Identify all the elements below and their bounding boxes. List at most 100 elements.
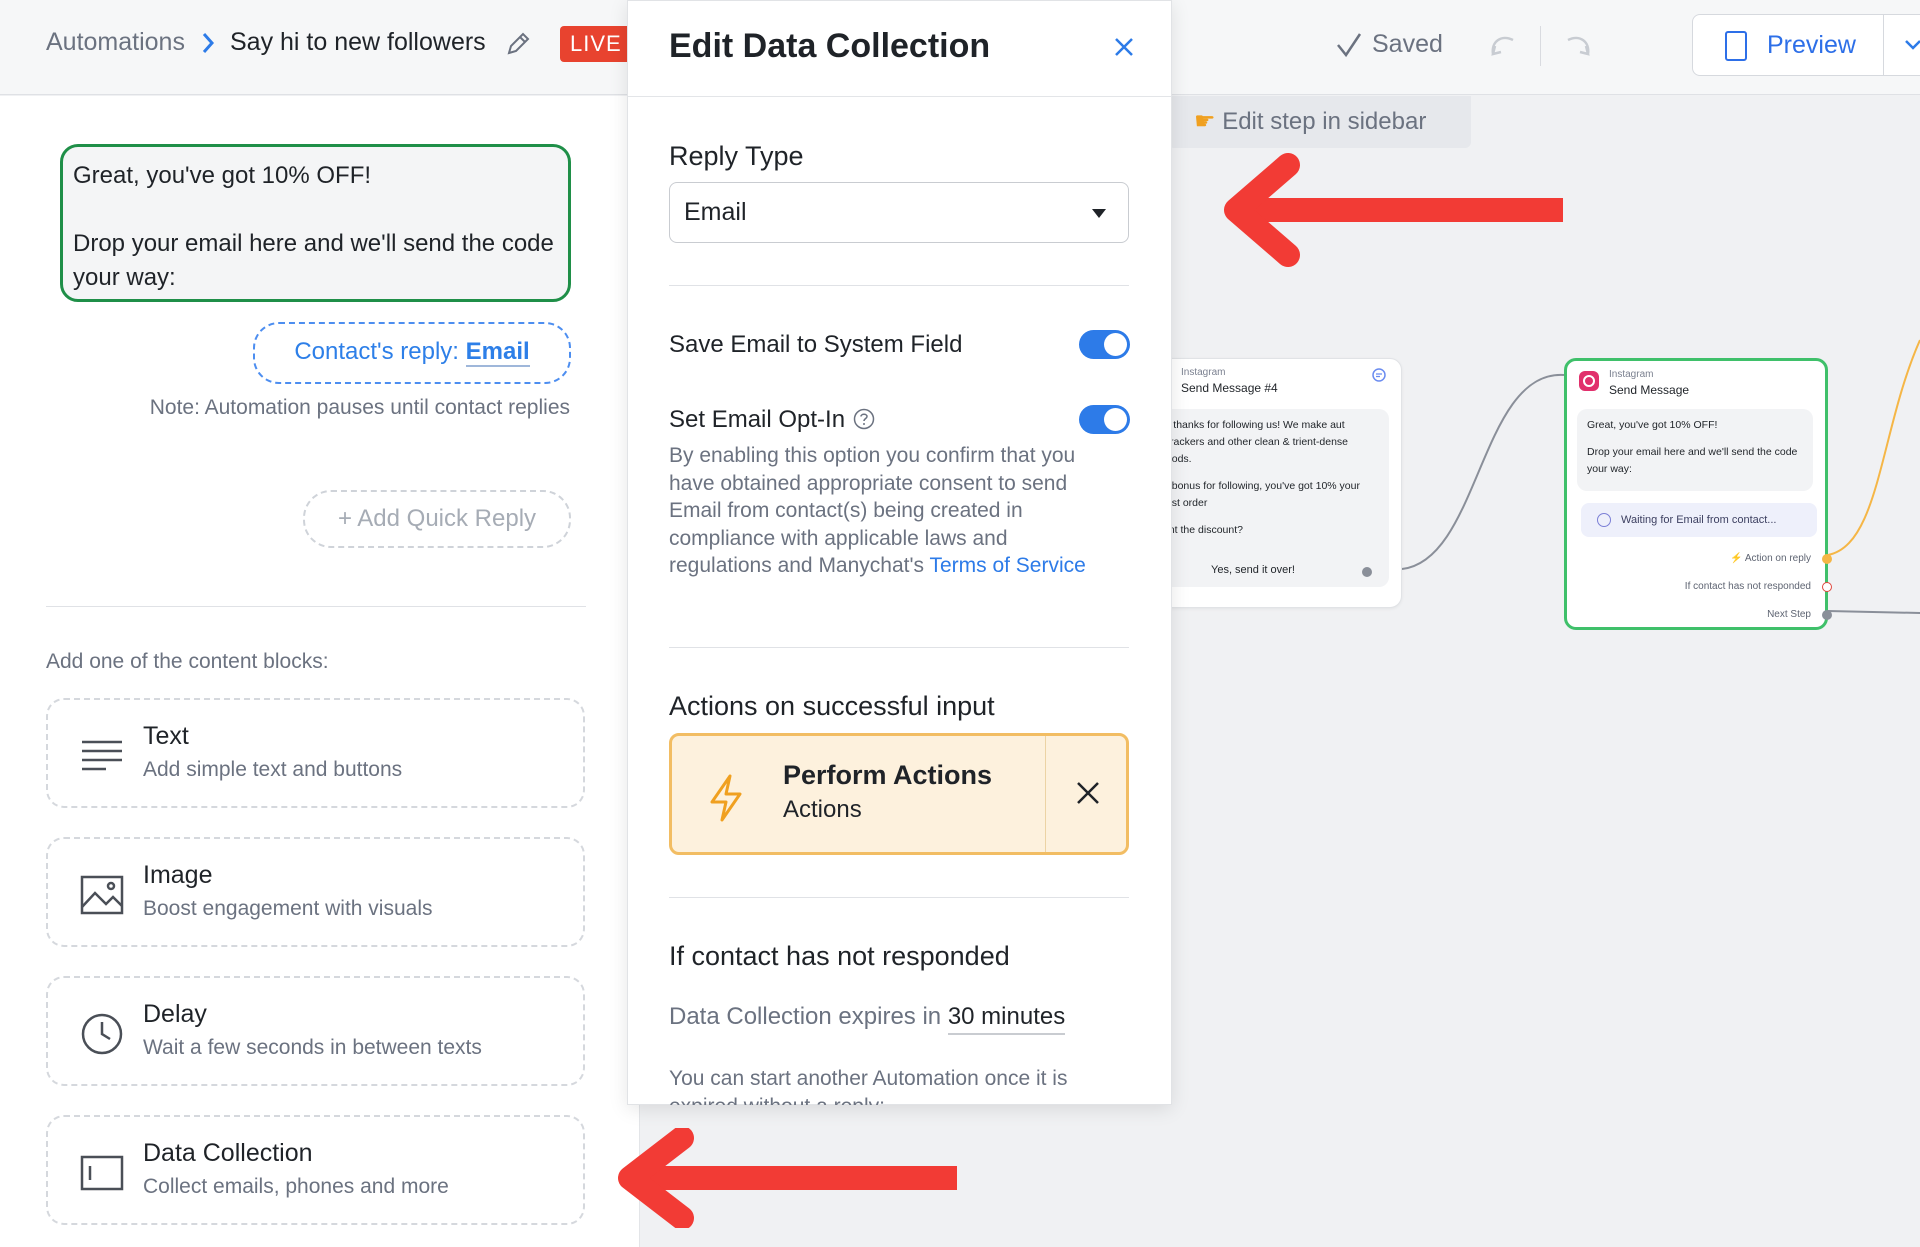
node-title: Send Message #4	[1181, 381, 1278, 395]
panel-divider	[669, 647, 1129, 648]
reply-type-select[interactable]: Email	[669, 182, 1129, 243]
redo-icon[interactable]	[1558, 26, 1598, 66]
flow-node-send-message-4[interactable]: Instagram Send Message #4 y, thanks for …	[1150, 358, 1402, 608]
node-output-action-on-reply[interactable]: ⚡ Action on reply	[1730, 553, 1811, 564]
node-platform: Instagram	[1181, 367, 1226, 378]
perform-split	[1045, 736, 1046, 852]
expired-note: You can start another Automation once it…	[669, 1067, 1068, 1105]
help-icon[interactable]	[853, 408, 875, 430]
pencil-icon[interactable]	[504, 30, 532, 58]
block-text[interactable]: Text Add simple text and buttons	[46, 698, 585, 808]
flow-node-send-message[interactable]: Instagram Send Message Great, you've got…	[1564, 358, 1832, 630]
preview-split	[1883, 15, 1884, 75]
contact-reply-prefix: Contact's reply:	[294, 338, 466, 365]
block-title: Data Collection	[143, 1139, 313, 1167]
node-output-dot[interactable]	[1362, 567, 1372, 577]
checkmark-icon	[1337, 33, 1362, 58]
expires-value-select[interactable]: 30 minutes	[947, 1003, 1066, 1035]
waiting-for-reply-chip: Waiting for Email from contact...	[1581, 503, 1817, 537]
expires-row: Data Collection expires in 30 minutes	[669, 1003, 1066, 1035]
message-line-2: Drop your email here and we'll send the …	[73, 230, 554, 291]
node-quick-reply-button[interactable]: Yes, send it over!	[1153, 564, 1353, 576]
node-text-c: ant the discount?	[1163, 524, 1243, 536]
chevron-down-icon[interactable]	[1903, 35, 1920, 55]
block-image[interactable]: Image Boost engagement with visuals	[46, 837, 585, 947]
block-delay[interactable]: Delay Wait a few seconds in between text…	[46, 976, 585, 1086]
input-field-icon	[80, 1155, 124, 1191]
pointing-hand-icon: ☛	[1194, 108, 1216, 135]
node-output-not-responded[interactable]: If contact has not responded	[1685, 581, 1811, 592]
save-email-toggle[interactable]	[1079, 330, 1130, 359]
node-text-a: Great, you've got 10% OFF!	[1587, 419, 1718, 431]
edit-step-hint: ☛ Edit step in sidebar	[1168, 96, 1471, 148]
waiting-label: Waiting for Email from contact...	[1621, 514, 1777, 526]
preview-label: Preview	[1767, 31, 1856, 59]
node-platform: Instagram	[1609, 369, 1654, 380]
perform-actions-subtitle: Actions	[783, 796, 862, 823]
block-title: Delay	[143, 1000, 207, 1028]
perform-actions-title: Perform Actions	[783, 760, 993, 790]
bolt-icon: ⚡	[1730, 553, 1743, 564]
output-label: Action on reply	[1744, 553, 1811, 564]
node-text-a: y, thanks for following us! We make aut …	[1163, 419, 1349, 465]
toggle-knob	[1104, 408, 1127, 431]
reply-type-label: Reply Type	[669, 141, 804, 171]
instagram-icon	[1579, 371, 1599, 391]
save-email-label: Save Email to System Field	[669, 331, 963, 358]
output-dot-action[interactable]	[1822, 554, 1832, 564]
node-message: Great, you've got 10% OFF! Drop your ema…	[1577, 409, 1813, 491]
block-data-collection[interactable]: Data Collection Collect emails, phones a…	[46, 1115, 585, 1225]
preview-button[interactable]: Preview	[1692, 14, 1920, 76]
phone-icon	[1725, 31, 1747, 61]
terms-of-service-link[interactable]: Terms of Service	[929, 554, 1085, 577]
chat-icon	[1597, 513, 1611, 527]
comment-icon	[1372, 368, 1386, 382]
step-sidebar: Great, you've got 10% OFF! Drop your ema…	[0, 96, 640, 1247]
content-blocks-title: Add one of the content blocks:	[46, 650, 329, 673]
node-text-b: Drop your email here and we'll send the …	[1587, 446, 1798, 475]
panel-divider	[669, 285, 1129, 286]
output-dot-not-responded[interactable]	[1822, 582, 1832, 592]
opt-in-row: Set Email Opt-In	[669, 406, 875, 434]
node-output-next-step[interactable]: Next Step	[1767, 609, 1811, 620]
output-dot-next[interactable]	[1822, 610, 1832, 620]
breadcrumb-automation-name[interactable]: Say hi to new followers	[230, 28, 486, 57]
node-title: Send Message	[1609, 383, 1690, 397]
block-title: Image	[143, 861, 213, 889]
toolbar-divider	[1540, 26, 1541, 66]
breadcrumb-automations[interactable]: Automations	[46, 28, 185, 57]
pause-note: Note: Automation pauses until contact re…	[149, 396, 570, 419]
node-message: y, thanks for following us! We make aut …	[1153, 409, 1389, 587]
edit-data-collection-panel: Edit Data Collection Reply Type Email Sa…	[627, 0, 1172, 1105]
text-lines-icon	[82, 740, 122, 771]
image-icon	[80, 875, 124, 915]
panel-header: Edit Data Collection	[628, 1, 1171, 97]
perform-actions-card[interactable]: Perform Actions Actions	[669, 733, 1129, 855]
block-subtitle: Wait a few seconds in between texts	[143, 1036, 482, 1059]
panel-divider	[669, 897, 1129, 898]
contact-reply-button[interactable]: Contact's reply: Email	[253, 322, 571, 384]
node-text-b: a bonus for following, you've got 10% yo…	[1163, 480, 1360, 509]
live-badge: LIVE	[560, 26, 632, 62]
annotation-arrow-reply-type	[1224, 153, 1563, 267]
annotation-arrow-data-collection	[618, 1128, 957, 1228]
block-title: Text	[143, 722, 189, 750]
opt-in-toggle[interactable]	[1079, 405, 1130, 434]
sidebar-divider	[46, 606, 586, 607]
close-icon[interactable]	[1110, 33, 1138, 61]
message-bubble[interactable]: Great, you've got 10% OFF! Drop your ema…	[60, 144, 571, 302]
lightning-icon	[710, 774, 742, 822]
remove-action-icon[interactable]	[1075, 780, 1101, 806]
block-subtitle: Collect emails, phones and more	[143, 1175, 449, 1198]
message-line-1: Great, you've got 10% OFF!	[73, 162, 372, 189]
toggle-knob	[1104, 333, 1127, 356]
not-responded-title: If contact has not responded	[669, 941, 1010, 971]
undo-icon[interactable]	[1483, 26, 1523, 66]
block-subtitle: Add simple text and buttons	[143, 758, 403, 781]
expires-prefix: Data Collection expires in	[669, 1003, 948, 1030]
block-subtitle: Boost engagement with visuals	[143, 897, 433, 920]
caret-down-icon	[1092, 209, 1106, 218]
add-quick-reply-button[interactable]: + Add Quick Reply	[303, 490, 571, 548]
saved-status: Saved	[1372, 30, 1443, 58]
chevron-right-icon	[202, 33, 215, 53]
